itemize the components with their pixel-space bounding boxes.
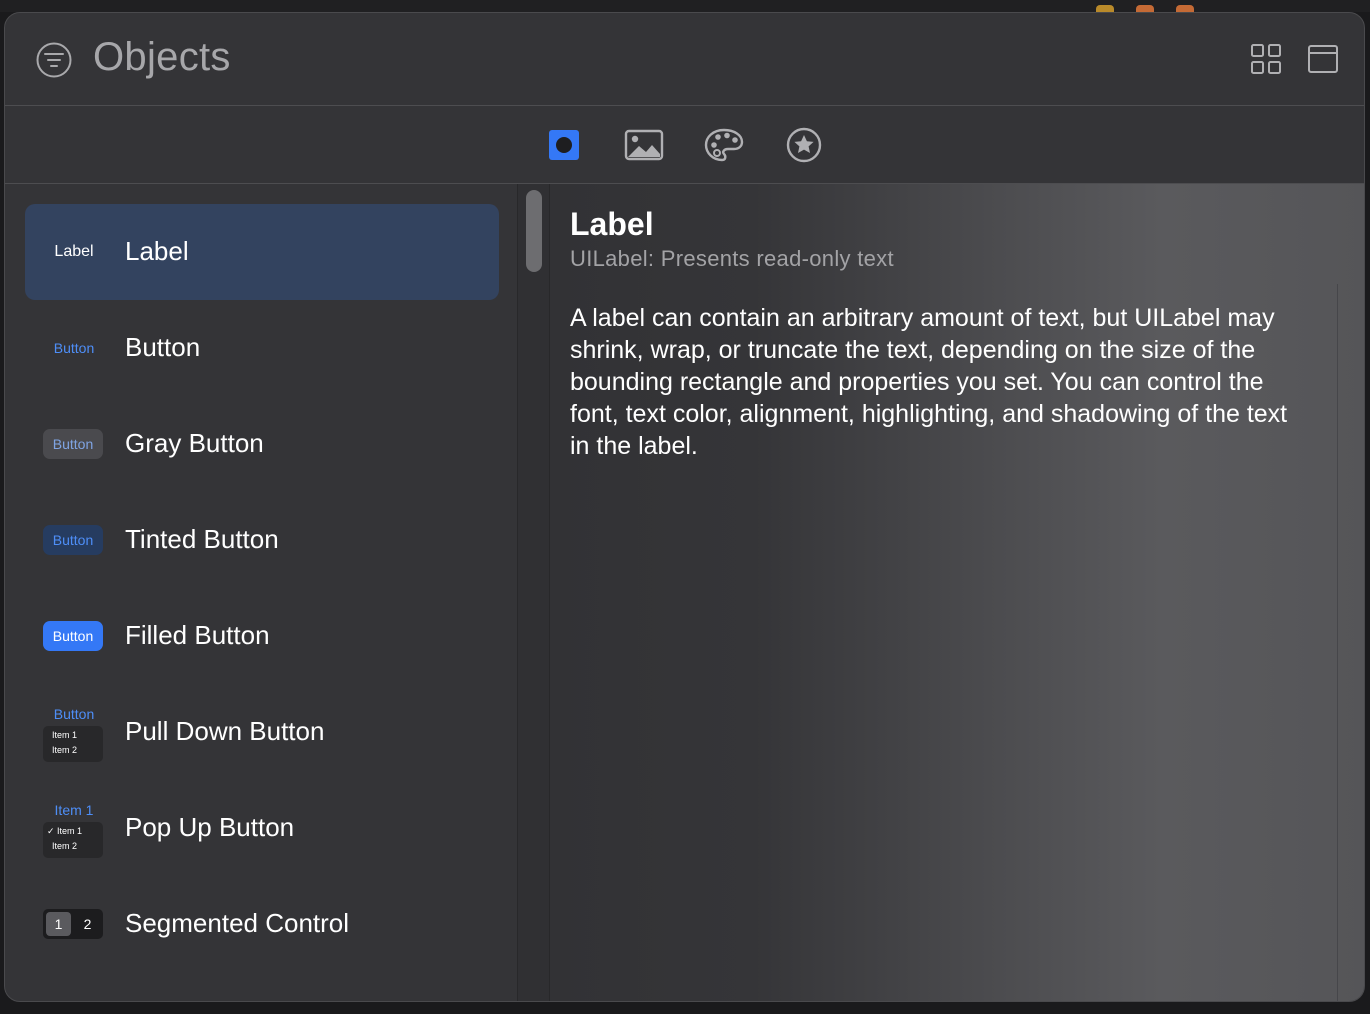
object-list: Label Label Button Button Button Gray Bu…: [5, 184, 518, 1001]
gray-button-preview: Button: [39, 396, 109, 492]
detail-subtitle: UILabel: Presents read-only text: [570, 246, 894, 271]
background-window-strip: [0, 0, 1370, 13]
pull-down-preview-text: Button: [53, 706, 95, 722]
list-item-title: Button: [125, 332, 201, 362]
library-header: Objects: [5, 13, 1364, 106]
list-item-title: Label: [125, 236, 189, 266]
segmented-control-preview: 1 2: [39, 876, 109, 972]
list-scrollbar: [518, 184, 550, 1001]
list-view-icon[interactable]: [1307, 43, 1339, 75]
menu-item: Item 1: [52, 730, 78, 740]
tinted-button-preview-text: Button: [43, 525, 103, 555]
button-preview: Button: [39, 300, 109, 396]
list-item-title: Filled Button: [125, 620, 270, 650]
list-item-title: Pop Up Button: [125, 812, 295, 842]
menu-item: Item 2: [52, 841, 78, 851]
label-preview-text: Label: [54, 243, 94, 260]
grid-view-icon[interactable]: [1250, 43, 1282, 75]
segment: 2: [83, 916, 92, 932]
list-item-title: Pull Down Button: [125, 716, 325, 746]
detail-title: Label: [570, 206, 654, 242]
list-item-pop-up-button[interactable]: Item 1 ✓ Item 1 Item 2 Pop Up Button: [25, 780, 499, 876]
star-icon[interactable]: [784, 126, 824, 164]
menu-item: Item 2: [52, 745, 78, 755]
pop-up-preview-text: Item 1: [54, 802, 94, 818]
filled-button-preview: Button: [39, 588, 109, 684]
list-item-pull-down-button[interactable]: Button Item 1 Item 2 Pull Down Button: [25, 684, 499, 780]
pull-down-button-preview: Button Item 1 Item 2: [39, 684, 109, 780]
detail-divider: [1337, 284, 1338, 1001]
image-icon[interactable]: [624, 126, 664, 164]
color-palette-icon[interactable]: [704, 126, 744, 164]
gray-button-preview-text: Button: [43, 429, 103, 459]
pop-up-button-preview: Item 1 ✓ Item 1 Item 2: [39, 780, 109, 876]
list-item-segmented-control[interactable]: 1 2 Segmented Control: [25, 876, 499, 972]
library-tabs: [5, 106, 1364, 184]
objects-library-panel: Objects Label Label Button Button Button…: [4, 12, 1365, 1002]
label-preview: Label: [39, 204, 109, 300]
segmented-preview-track: 1 2: [43, 909, 103, 939]
list-item-gray-button[interactable]: Button Gray Button: [25, 396, 499, 492]
pull-down-preview-menu: Item 1 Item 2: [43, 726, 103, 762]
list-item-title: Segmented Control: [125, 908, 350, 938]
list-item-filled-button[interactable]: Button Filled Button: [25, 588, 499, 684]
filled-button-preview-text: Button: [43, 621, 103, 651]
pop-up-preview-menu: ✓ Item 1 Item 2: [43, 822, 103, 858]
panel-title: Objects: [93, 35, 231, 79]
controls-icon[interactable]: [544, 126, 584, 164]
tinted-button-preview: Button: [39, 492, 109, 588]
list-item-label[interactable]: Label Label: [25, 204, 499, 300]
scrollbar-thumb[interactable]: [526, 190, 542, 272]
list-item-tinted-button[interactable]: Button Tinted Button: [25, 492, 499, 588]
button-preview-text: Button: [53, 340, 95, 356]
list-item-button[interactable]: Button Button: [25, 300, 499, 396]
detail-pane: Label UILabel: Presents read-only text A…: [550, 184, 1364, 1001]
menu-item: ✓ Item 1: [47, 826, 83, 836]
detail-description: A label can contain an arbitrary amount …: [570, 304, 1288, 460]
list-item-title: Gray Button: [125, 428, 264, 458]
list-item-title: Tinted Button: [125, 524, 279, 554]
filter-icon[interactable]: [35, 41, 73, 79]
segment: 1: [46, 912, 71, 936]
